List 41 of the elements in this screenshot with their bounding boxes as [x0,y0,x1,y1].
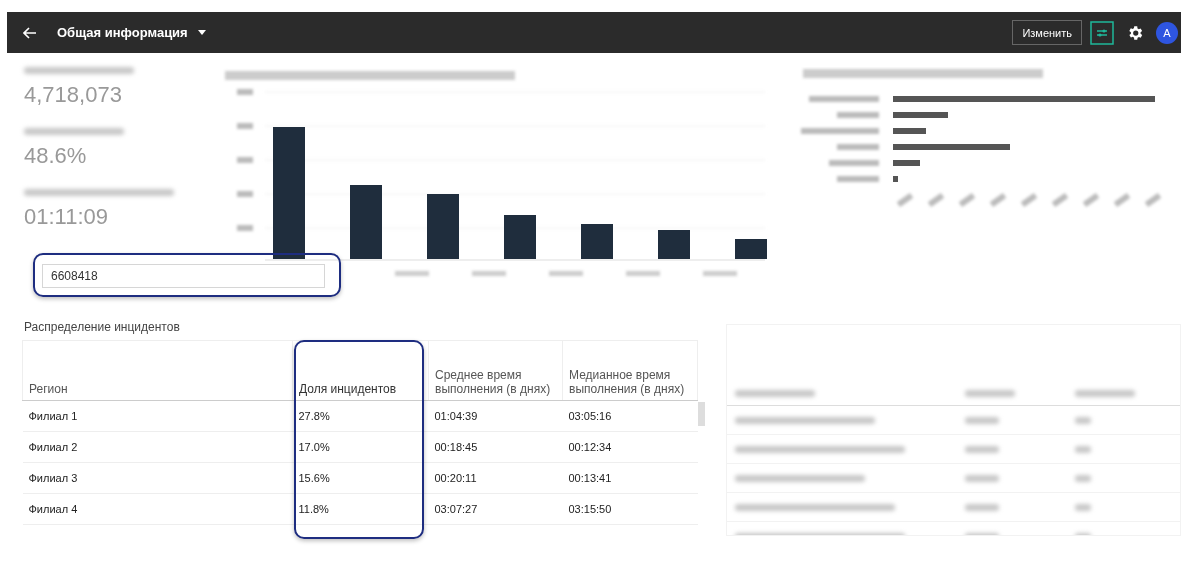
table-cell: 03:07:27 [428,493,563,525]
table-cell: 00:18:45 [428,431,563,463]
kpi-value: 4,718,073 [24,82,123,108]
table-cell: 00:12:34 [562,431,698,463]
kpi-value: 48.6% [24,143,88,169]
table-title: Распределение инцидентов [24,320,181,334]
chart-bar [581,224,613,259]
table-cell: 15.6% [292,462,429,494]
filter-field[interactable]: 6608418 [42,264,325,288]
table-cell: 27.8% [292,400,429,432]
chart-bar [504,215,536,259]
chart-bar [893,176,898,182]
chart-bar [893,160,920,166]
table-cell: Филиал 2 [22,431,293,463]
chart-bar [427,194,459,259]
table-cell: Филиал 1 [22,400,293,432]
table-cell: Филиал 3 [22,462,293,494]
edit-button[interactable]: Изменить [1012,20,1082,45]
table-cell: 00:20:11 [428,462,563,494]
chart-bar [893,128,926,134]
table-cell: 00:13:41 [562,462,698,494]
caret-icon[interactable] [197,30,206,35]
table-cell: 03:05:16 [562,400,698,432]
table-cell: Филиал 4 [22,493,293,525]
page-title[interactable]: Общая информация [57,25,188,40]
column-header[interactable]: Доля инцидентов [292,340,429,401]
column-header[interactable]: Регион [22,340,293,401]
chart-bar [658,230,690,259]
column-header[interactable]: Медианное время выполнения (в днях) [562,340,698,401]
table-cell: 03:15:50 [562,493,698,525]
scrollbar-thumb[interactable] [698,402,705,426]
table-cell: 11.8% [292,493,429,525]
table-cell: 01:04:39 [428,400,563,432]
back-arrow-icon[interactable] [23,26,37,39]
column-header[interactable]: Среднее время выполнения (в днях) [428,340,563,401]
sliders-icon[interactable] [1090,20,1114,45]
kpi-value: 01:11:09 [24,204,109,230]
chart-bar [893,112,948,118]
avatar[interactable]: A [1156,21,1178,44]
chart-bar [735,239,767,259]
table-cell: 17.0% [292,431,429,463]
